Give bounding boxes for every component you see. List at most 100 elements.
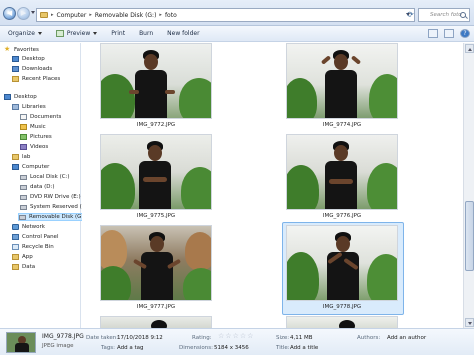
nav-dvd-rw-e[interactable]: DVD RW Drive (E:) (20, 194, 81, 200)
plant (367, 254, 397, 300)
burn-label: Burn (139, 30, 154, 37)
thumbnail-img-9775[interactable] (100, 134, 212, 210)
nav-music[interactable]: Music (20, 124, 46, 130)
thumbnail-img-9776[interactable] (286, 134, 398, 210)
person (151, 320, 167, 328)
vertical-scrollbar[interactable] (463, 43, 474, 328)
new-folder-label: New folder (167, 30, 200, 37)
refresh-icon[interactable]: ⟳ (407, 10, 414, 19)
scroll-up-icon[interactable] (465, 44, 474, 53)
network-icon (12, 224, 19, 230)
thumbnail-img-9774[interactable] (286, 43, 398, 119)
address-bar-row: ◀ ▶ ▸ Computer ▸ Removable Disk (G:) ▸ f… (0, 0, 474, 26)
nav-pictures[interactable]: Pictures (20, 134, 52, 140)
nav-network[interactable]: Network (12, 224, 45, 230)
date-taken-label: Date taken: (86, 335, 119, 341)
help-icon[interactable]: ? (460, 29, 470, 38)
computer-icon (12, 164, 19, 170)
nav-label: Documents (30, 114, 62, 120)
print-button[interactable]: Print (111, 30, 125, 37)
nav-removable-disk-g[interactable]: Removable Disk (G:) (18, 213, 89, 221)
nav-computer[interactable]: Computer (12, 164, 49, 170)
rating-stars[interactable]: ☆☆☆☆☆ (218, 332, 254, 340)
details-pane: IMG_9778.JPG JPEG image Date taken: 17/1… (0, 328, 474, 355)
organize-button[interactable]: Organize (8, 30, 42, 37)
scroll-thumb[interactable] (465, 201, 474, 271)
burn-button[interactable]: Burn (139, 30, 153, 37)
plant (179, 78, 211, 118)
nav-data[interactable]: Data (12, 264, 35, 270)
nav-favorites[interactable]: ★ Favorites (4, 46, 39, 53)
nav-videos[interactable]: Videos (20, 144, 48, 150)
nav-desktop-favorite[interactable]: Desktop (12, 56, 45, 62)
nav-lab[interactable]: lab (12, 154, 30, 160)
nav-label: Favorites (14, 46, 39, 53)
plant (185, 232, 211, 270)
selected-file-type: JPEG image (42, 343, 74, 349)
documents-icon (20, 114, 27, 120)
nav-label: Recycle Bin (22, 244, 54, 250)
file-name-img-9772[interactable]: IMG_9772.JPG (96, 122, 216, 128)
command-toolbar: Organize Preview Print Burn New folder ? (0, 26, 474, 42)
address-bar[interactable]: ▸ Computer ▸ Removable Disk (G:) ▸ foto (36, 8, 415, 22)
search-icon[interactable] (460, 12, 466, 18)
plant (181, 167, 211, 209)
thumbnail-img-9778[interactable] (286, 225, 398, 301)
nav-control-panel[interactable]: Control Panel (12, 234, 58, 240)
nav-system-reserved-f[interactable]: System Reserved (F:) (20, 204, 89, 210)
nav-label: Downloads (22, 66, 53, 72)
thumbnail-img-9772[interactable] (100, 43, 212, 119)
change-view-icon[interactable] (428, 29, 438, 38)
preview-pane-icon[interactable] (444, 29, 454, 38)
nav-data-d[interactable]: data (D:) (20, 184, 55, 190)
nav-label: DVD RW Drive (E:) (30, 194, 81, 200)
plant (183, 268, 211, 300)
breadcrumb-separator-icon[interactable]: ▸ (159, 12, 162, 18)
nav-label: Pictures (30, 134, 52, 140)
nav-downloads[interactable]: Downloads (12, 66, 52, 72)
new-folder-button[interactable]: New folder (167, 30, 199, 37)
drive-icon (20, 174, 27, 180)
nav-desktop[interactable]: Desktop (4, 94, 37, 100)
thumbnail-partial[interactable] (286, 316, 398, 328)
preview-button[interactable]: Preview (55, 30, 98, 37)
nav-recent-places[interactable]: Recent Places (12, 76, 60, 82)
breadcrumb-removable-disk[interactable]: Removable Disk (G:) (95, 12, 157, 19)
tags-value[interactable]: Add a tag (117, 345, 144, 351)
breadcrumb-computer[interactable]: Computer (57, 12, 87, 19)
preview-label: Preview (66, 30, 91, 37)
file-name-img-9778[interactable]: IMG_9778.JPG (282, 304, 402, 310)
search-input[interactable]: Search foto (418, 8, 470, 22)
star-icon[interactable]: ☆ (233, 332, 240, 340)
title-value[interactable]: Add a title (290, 345, 318, 351)
file-name-img-9774[interactable]: IMG_9774.JPG (282, 122, 402, 128)
thumbnail-partial[interactable] (100, 316, 212, 328)
dvd-drive-icon (20, 194, 27, 200)
star-icon[interactable]: ☆ (247, 332, 254, 340)
recent-pages-dropdown[interactable] (31, 11, 35, 14)
breadcrumb-separator-icon[interactable]: ▸ (89, 12, 92, 18)
thumbnail-img-9777[interactable] (100, 225, 212, 301)
nav-app[interactable]: App (12, 254, 33, 260)
forward-button[interactable]: ▶ (17, 7, 30, 20)
downloads-icon (12, 66, 19, 72)
date-taken-value[interactable]: 17/10/2018 9:12 (117, 335, 163, 341)
nav-documents[interactable]: Documents (20, 114, 61, 120)
plant (101, 230, 127, 270)
nav-local-disk-c[interactable]: Local Disk (C:) (20, 174, 70, 180)
breadcrumb-foto[interactable]: foto (165, 12, 177, 19)
file-name-img-9775[interactable]: IMG_9775.JPG (96, 213, 216, 219)
authors-value[interactable]: Add an author (387, 335, 426, 341)
star-icon[interactable]: ☆ (225, 332, 232, 340)
selected-file-name: IMG_9778.JPG (42, 333, 84, 340)
file-name-img-9776[interactable]: IMG_9776.JPG (282, 213, 402, 219)
libraries-icon (12, 104, 19, 110)
scroll-down-icon[interactable] (465, 318, 474, 327)
file-name-img-9777[interactable]: IMG_9777.JPG (96, 304, 216, 310)
back-button[interactable]: ◀ (3, 7, 16, 20)
nav-recycle-bin[interactable]: Recycle Bin (12, 244, 54, 250)
breadcrumb-separator-icon[interactable]: ▸ (51, 12, 54, 18)
nav-libraries[interactable]: Libraries (12, 104, 46, 110)
file-list-view[interactable]: IMG_9772.JPG IMG_9774.JPG IMG_9775.JPG I… (82, 43, 463, 328)
plant (367, 163, 397, 209)
